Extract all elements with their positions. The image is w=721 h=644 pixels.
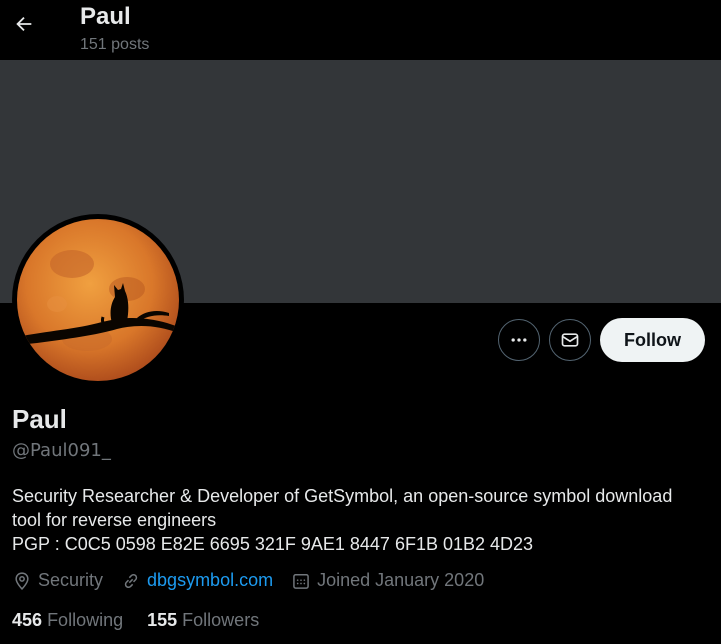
location-icon	[15, 571, 29, 590]
profile-handle: @Paul091_	[12, 440, 111, 461]
header-post-count: 151 posts	[80, 36, 150, 53]
profile-stats: 456 Following 155 Followers	[12, 610, 283, 631]
calendar-icon	[293, 573, 309, 589]
bio-line: PGP : C0C5 0598 E82E 6695 321F 9AE1 8447…	[12, 534, 534, 554]
link-icon	[124, 573, 138, 588]
avatar-image	[17, 219, 179, 381]
profile-bio: Security Researcher & Developer of GetSy…	[12, 484, 712, 556]
followers-label: Followers	[182, 610, 260, 630]
bio-line: tool for reverse engineers	[12, 510, 217, 530]
follow-button[interactable]: Follow	[600, 318, 705, 362]
profile-name: Paul	[12, 404, 67, 434]
followers-count: 155	[147, 610, 178, 630]
back-arrow-icon	[16, 16, 32, 32]
location-text: Security	[38, 570, 104, 590]
back-button[interactable]	[6, 6, 42, 42]
avatar[interactable]	[12, 214, 184, 386]
bio-line: Security Researcher & Developer of GetSy…	[12, 486, 673, 506]
website-link[interactable]: dbgsymbol.com	[147, 570, 273, 591]
joined-text: Joined January 2020	[317, 570, 485, 590]
top-bar: Paul 151 posts	[0, 0, 721, 60]
followers-link[interactable]: 155 Followers	[147, 610, 259, 631]
profile-meta: Security dbgsymbol.com Joined January 20…	[12, 570, 502, 591]
following-link[interactable]: 456 Following	[12, 610, 123, 631]
website-item[interactable]: dbgsymbol.com	[121, 570, 273, 591]
mail-icon	[561, 333, 579, 347]
following-label: Following	[47, 610, 124, 630]
location-item: Security	[12, 570, 103, 591]
message-button[interactable]	[549, 319, 591, 361]
more-button[interactable]	[498, 319, 540, 361]
following-count: 456	[12, 610, 43, 630]
more-icon	[511, 338, 527, 342]
header-name: Paul	[80, 3, 131, 30]
joined-item: Joined January 2020	[291, 570, 484, 591]
profile-actions: Follow	[498, 318, 705, 362]
